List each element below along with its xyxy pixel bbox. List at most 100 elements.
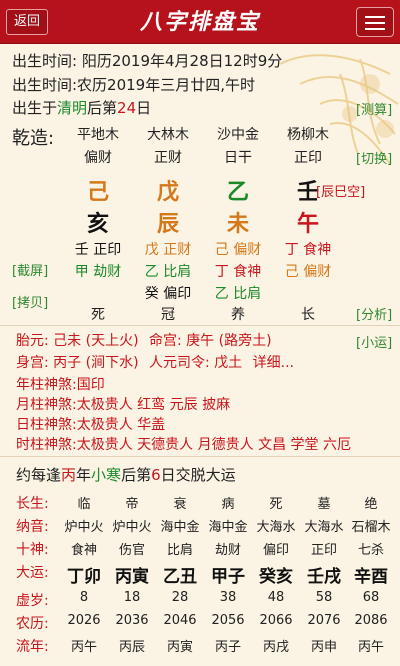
pillar-hidden-stem: 己 偏财 [214, 242, 262, 258]
dayun-row-liunian: 流年: 丙午 丙辰 丙寅 丙子 丙戌 丙申 丙午 [0, 636, 400, 658]
dayun-cell: 墓 [317, 497, 331, 512]
shensha-value: 国印 [76, 377, 105, 393]
dayun-row-label: 农历: [16, 616, 49, 632]
dayun-cell: 临 [77, 497, 91, 512]
shensha-row: 年柱神煞:国印 [16, 374, 105, 394]
dayun-cell: 伤官 [118, 543, 145, 558]
dayun-cell: 2026 [67, 613, 101, 628]
xiaoyun-link[interactable]: [小运] [356, 332, 392, 351]
dayun-cell: 2086 [354, 613, 388, 628]
pillar-hidden-stem: 丁 食神 [284, 242, 332, 258]
chart-label: 乾造: [12, 128, 55, 149]
dayun-cell: 石榴木 [351, 520, 391, 535]
pillar-state: 长 [301, 307, 315, 323]
dayun-intro-text: 后第 [121, 466, 152, 484]
dayun-cell: 68 [362, 590, 380, 605]
dayun-row-changsheng: 长生: 临 帝 衰 病 死 墓 绝 [0, 493, 400, 515]
dayun-cell[interactable]: 丁卯 [60, 562, 108, 587]
dayun-row-label: 虚岁: [16, 593, 49, 609]
shensha-row: 日柱神煞:太极贵人 华盖 [16, 414, 165, 434]
dayun-cell: 绝 [364, 497, 378, 512]
pillar-hidden-stem: 己 偏财 [284, 264, 332, 280]
shensha-row: 时柱神煞:太极贵人 天德贵人 月德贵人 文昌 学堂 六厄 [16, 434, 351, 454]
dayun-intro-text: 约每逢 [16, 466, 62, 484]
siling-label: 人元司令: [149, 355, 210, 371]
dayun-cell[interactable]: 辛酉 [348, 562, 394, 587]
dayun-cell: 炉中火 [112, 520, 152, 535]
pillar-hidden-stem: 壬 正印 [74, 242, 122, 258]
pillar-hidden-stem: 乙 比肩 [144, 264, 192, 280]
dayun-cell: 2066 [259, 613, 293, 628]
term-suffix: 日 [136, 99, 152, 117]
shensha-label: 日柱神煞: [16, 417, 77, 433]
menu-button[interactable] [356, 7, 394, 37]
pillar-hidden-stem: 乙 比肩 [214, 286, 262, 302]
taiyuan-label: 胎元: [16, 333, 49, 349]
pillar-state: 冠 [161, 307, 175, 323]
copy-link[interactable]: [拷贝] [12, 292, 48, 311]
dayun-cell: 丙午 [70, 640, 97, 655]
dayun-cell: 丙寅 [166, 640, 193, 655]
dayun-row-label: 十神: [16, 542, 49, 558]
back-button[interactable]: 返回 [6, 9, 48, 35]
shensha-value: 太极贵人 天德贵人 月德贵人 文昌 学堂 六厄 [76, 437, 351, 453]
app-title: 八字排盘宝 [139, 9, 260, 35]
pillar-zhi: 未 [226, 212, 249, 237]
shengong-value: 丙子 (涧下水) [53, 355, 139, 371]
dayun-cell: 丙辰 [118, 640, 145, 655]
siling-value: 戊土 [214, 355, 243, 371]
term-mid: 后第 [87, 99, 118, 117]
dayun-cell: 偏印 [262, 543, 289, 558]
dayun-cell[interactable]: 甲子 [204, 562, 252, 587]
divider [0, 325, 400, 326]
dayun-cell: 七杀 [357, 543, 384, 558]
pillar-shishen: 正财 [154, 150, 182, 166]
dayun-cell[interactable]: 乙丑 [156, 562, 204, 587]
dayun-cell: 丙申 [310, 640, 337, 655]
shensha-label: 时柱神煞: [16, 437, 77, 453]
dayun-row-dayun: 大运: 丁卯 丙寅 乙丑 甲子 癸亥 壬戌 辛酉 [0, 562, 400, 587]
shensha-row: 月柱神煞:太极贵人 红鸾 元辰 披麻 [16, 394, 230, 414]
screenshot-link[interactable]: [截屏] [12, 260, 48, 279]
pillar-gan: 戊 [156, 180, 179, 205]
pillar-shishen: 日干 [224, 150, 252, 166]
shensha-label: 年柱神煞: [16, 377, 77, 393]
switch-link[interactable]: [切换] [356, 148, 392, 167]
shensha-value: 太极贵人 华盖 [76, 417, 166, 433]
dayun-cell: 海中金 [208, 520, 248, 535]
pillar-state: 养 [231, 307, 245, 323]
dayun-cell: 劫财 [214, 543, 241, 558]
pillar-hidden-stem: 丁 食神 [214, 264, 262, 280]
menu-icon [365, 28, 385, 30]
dayun-cell: 28 [171, 590, 189, 605]
dayun-cell[interactable]: 壬戌 [300, 562, 348, 587]
term-day: 24 [117, 99, 137, 117]
pillar-state: 死 [91, 307, 105, 323]
menu-icon [365, 16, 385, 18]
dayun-cell[interactable]: 丙寅 [108, 562, 156, 587]
dayun-cell[interactable]: 癸亥 [252, 562, 300, 587]
detail-link[interactable]: 详细... [253, 355, 294, 371]
analysis-link[interactable]: [分析] [356, 304, 392, 323]
shengong-label: 身宫: [16, 355, 49, 371]
dayun-cell: 食神 [70, 543, 97, 558]
dayun-intro: 约每逢丙年小寒后第6日交脱大运 [16, 464, 236, 485]
minggong-value: 庚午 (路旁土) [186, 333, 272, 349]
palace-line-2: 身宫: 丙子 (涧下水) 人元司令: 戊土 详细... [16, 352, 294, 372]
dayun-term: 小寒 [91, 466, 122, 484]
main-content: 出生时间: 阳历2019年4月28日12时9分 出生时间:农历2019年三月廿四… [0, 44, 400, 666]
pillar-hidden-stem: 癸 偏印 [144, 286, 192, 302]
measure-link[interactable]: [测算] [356, 99, 392, 118]
pillar-zhi: 午 [296, 212, 319, 237]
dayun-cell: 炉中火 [64, 520, 104, 535]
dayun-cell: 大海水 [256, 520, 296, 535]
solar-term-line: 出生于清明后第24日 [12, 97, 151, 118]
dayun-row-year: 农历: 2026 2036 2046 2056 2066 2076 2086 [0, 613, 400, 635]
pillar-zhi: 辰 [156, 212, 179, 237]
menu-icon [365, 22, 385, 24]
dayun-year-gan: 丙 [61, 466, 77, 484]
term-prefix: 出生于 [12, 99, 58, 117]
shensha-label: 月柱神煞: [16, 397, 77, 413]
dayun-cell: 海中金 [160, 520, 200, 535]
palace-line-1: 胎元: 己未 (天上火) 命宫: 庚午 (路旁土) [16, 330, 272, 350]
